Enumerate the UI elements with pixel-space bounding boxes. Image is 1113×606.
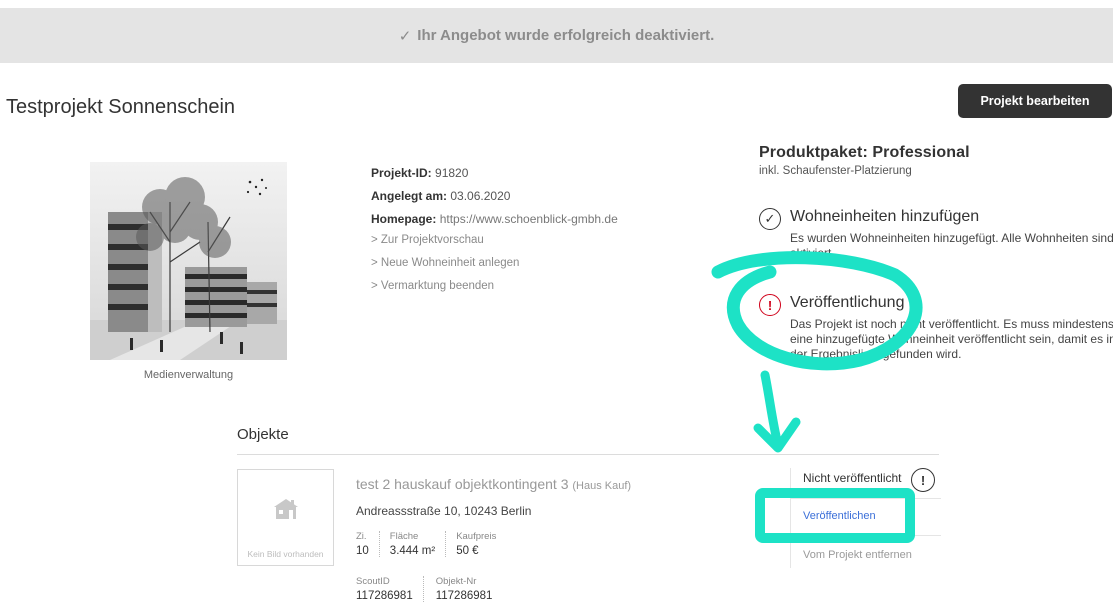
project-preview-link[interactable]: > Zur Projektvorschau (371, 234, 618, 257)
package-title: Produktpaket: Professional (759, 144, 970, 161)
check-icon: ✓ (398, 27, 412, 45)
publish-link[interactable]: Veröffentlichen (803, 510, 876, 522)
fact-value: 50 € (456, 545, 479, 557)
media-management-link[interactable]: Medienverwaltung (90, 369, 287, 381)
divider (791, 535, 941, 536)
object-status-panel: Nicht veröffentlicht ! Veröffentlichen V… (790, 468, 941, 568)
page-title: Testprojekt Sonnenschein (6, 96, 236, 118)
id-label: ScoutID (356, 576, 390, 587)
object-name[interactable]: test 2 hauskauf objektkontingent 3 (356, 476, 568, 492)
fact-area: Fläche 3.444 m² (389, 531, 447, 557)
id-value: 117286981 (435, 590, 493, 602)
id-value: 117286981 (356, 590, 413, 602)
scout-id: ScoutID 117286981 (356, 576, 424, 602)
new-unit-link[interactable]: > Neue Wohneinheit anlegen (371, 257, 618, 280)
success-banner: ✓ Ihr Angebot wurde erfolgreich deaktivi… (0, 8, 1113, 63)
section-divider (237, 454, 939, 455)
fact-value: 3.444 m² (389, 545, 436, 557)
banner-message: Ihr Angebot wurde erfolgreich deaktivier… (417, 27, 715, 44)
created-label: Angelegt am: (371, 189, 448, 203)
step-description: Es wurden Wohneinheiten hinzugefügt. All… (790, 231, 1113, 260)
fact-label: Zi. (356, 531, 367, 542)
project-id-row: Projekt-ID: 91820 (371, 165, 618, 188)
fact-rooms: Zi. 10 (356, 531, 380, 557)
object-thumbnail[interactable]: Kein Bild vorhanden (237, 469, 334, 566)
project-id-value: 91820 (435, 166, 469, 180)
id-label: Objekt-Nr (435, 576, 477, 587)
remove-from-project-link[interactable]: Vom Projekt entfernen (803, 549, 912, 561)
end-marketing-link[interactable]: > Vermarktung beenden (371, 280, 618, 303)
fact-label: Kaufpreis (456, 531, 497, 542)
object-ids: ScoutID 117286981 Objekt-Nr 117286981 (356, 576, 514, 602)
annotation-arrow-head (753, 417, 801, 453)
house-icon (271, 498, 301, 525)
project-info: Projekt-ID: 91820 Angelegt am: 03.06.202… (371, 165, 618, 303)
package-subtitle: inkl. Schaufenster-Platzierung (759, 165, 912, 177)
fact-label: Fläche (389, 531, 419, 542)
project-image[interactable] (90, 162, 287, 360)
no-image-text: Kein Bild vorhanden (247, 549, 324, 559)
exclamation-circle-icon: ! (911, 468, 935, 492)
created-value: 03.06.2020 (450, 189, 511, 203)
annotation-arrow-line (760, 370, 783, 450)
project-id-label: Projekt-ID: (371, 166, 432, 180)
edit-project-button[interactable]: Projekt bearbeiten (958, 84, 1112, 118)
objects-heading: Objekte (237, 426, 289, 443)
checkmark-circle-icon: ✓ (759, 208, 781, 230)
object-address: Andreassstraße 10, 10243 Berlin (356, 504, 532, 518)
homepage-label: Homepage: (371, 212, 437, 226)
object-facts: Zi. 10 Fläche 3.444 m² Kaufpreis 50 € (356, 531, 516, 557)
product-package: Produktpaket: Professional inkl. Schaufe… (759, 144, 970, 177)
fact-price: Kaufpreis 50 € (456, 531, 506, 557)
homepage-link[interactable]: https://www.schoenblick-gmbh.de (440, 212, 618, 226)
status-text: Nicht veröffentlicht (803, 471, 902, 485)
fact-value: 10 (356, 545, 369, 557)
exclamation-circle-icon: ! (759, 294, 781, 316)
homepage-row: Homepage: https://www.schoenblick-gmbh.d… (371, 211, 618, 234)
divider (791, 498, 941, 499)
step-title: Veröffentlichung (790, 294, 905, 311)
object-type: (Haus Kauf) (572, 480, 632, 492)
created-row: Angelegt am: 03.06.2020 (371, 188, 618, 211)
step-title: Wohneinheiten hinzufügen (790, 208, 980, 225)
object-title[interactable]: test 2 hauskauf objektkontingent 3 (Haus… (356, 476, 631, 492)
object-number: Objekt-Nr 117286981 (436, 576, 503, 602)
step-description: Das Projekt ist noch nicht veröffentlich… (790, 317, 1113, 361)
